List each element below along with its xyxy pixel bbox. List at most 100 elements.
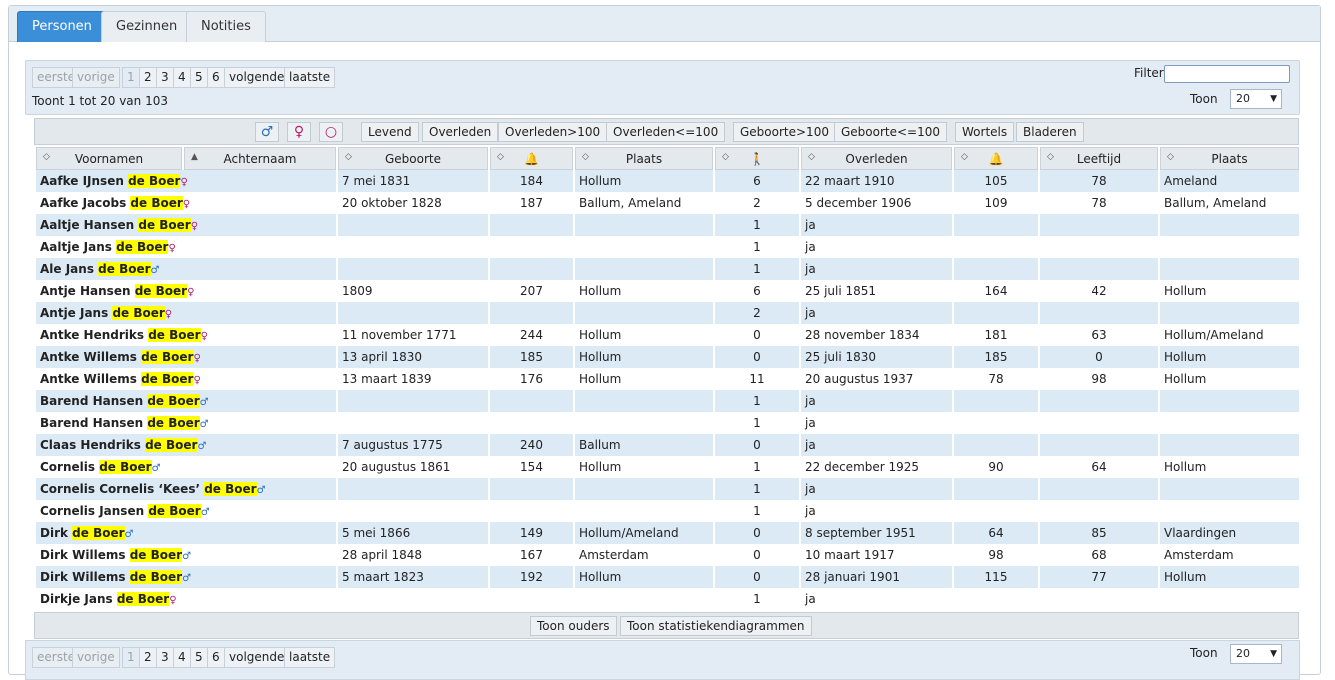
person-name-link[interactable]: Aaltje Jans de Boer [40, 240, 169, 254]
page-size-select[interactable]: 20 ▼ [1230, 89, 1282, 109]
filter-wortels-button[interactable]: Wortels [955, 122, 1015, 142]
person-name-link[interactable]: Cornelis Cornelis ‘Kees’ de Boer [40, 482, 257, 496]
prev-page-button[interactable]: vorige [72, 67, 120, 88]
person-name-link[interactable]: Cornelis de Boer [40, 460, 152, 474]
person-name-cell[interactable]: Aafke Jacobs de Boer♀ [36, 192, 336, 214]
person-name-cell[interactable]: Dirk Willems de Boer♂ [36, 544, 336, 566]
person-name-link[interactable]: Aafke IJnsen de Boer [40, 174, 181, 188]
person-name-cell[interactable]: Aafke IJnsen de Boer♀ [36, 170, 336, 192]
person-name-cell[interactable]: Cornelis de Boer♂ [36, 456, 336, 478]
person-name-cell[interactable]: Dirk Willems de Boer♂ [36, 566, 336, 588]
table-row[interactable]: Aaltje Hansen de Boer♀ 1 ja [36, 214, 1299, 236]
page-2-button[interactable]: 2 [139, 67, 157, 88]
page-2-button[interactable]: 2 [139, 647, 157, 668]
table-row[interactable]: Dirkje Jans de Boer♀ 1 ja [36, 588, 1299, 610]
table-row[interactable]: Antke Hendriks de Boer♀ 11 november 1771 2… [36, 324, 1299, 346]
table-row[interactable]: Aafke IJnsen de Boer♀ 7 mei 1831 184 Hollum… [36, 170, 1299, 192]
table-row[interactable]: Antje Jans de Boer♀ 2 ja [36, 302, 1299, 324]
person-name-cell[interactable]: Barend Hansen de Boer♂ [36, 390, 336, 412]
female-filter-button[interactable]: ♀ [287, 122, 311, 142]
last-page-button[interactable]: laatste [284, 647, 336, 668]
person-name-cell[interactable]: Antje Hansen de Boer♀ [36, 280, 336, 302]
page-1-button[interactable]: 1 [122, 67, 140, 88]
page-1-button[interactable]: 1 [122, 647, 140, 668]
page-6-button[interactable]: 6 [207, 647, 225, 668]
col-leeftijd-header[interactable]: ◇ Leeftijd [1040, 147, 1158, 170]
page-6-button[interactable]: 6 [207, 67, 225, 88]
filter-overleden-gt100-button[interactable]: Overleden>100 [498, 122, 608, 142]
person-name-link[interactable]: Claas Hendriks de Boer [40, 438, 198, 452]
page-4-button[interactable]: 4 [173, 67, 191, 88]
person-name-cell[interactable]: Dirkje Jans de Boer♀ [36, 588, 336, 610]
table-row[interactable]: Antke Willems de Boer♀ 13 april 1830 185 Ho… [36, 346, 1299, 368]
col-children-header[interactable]: ◇ 🚶 [715, 147, 799, 170]
filter-input[interactable] [1164, 65, 1290, 83]
page-size-select[interactable]: 20 ▼ [1230, 644, 1282, 664]
last-page-button[interactable]: laatste [284, 67, 336, 88]
filter-geboorte-gt100-button[interactable]: Geboorte>100 [733, 122, 836, 142]
table-row[interactable]: Dirk Willems de Boer♂ 28 april 1848 167 Ams… [36, 544, 1299, 566]
tab-personen[interactable]: Personen [17, 11, 107, 42]
person-name-link[interactable]: Antje Hansen de Boer [40, 284, 188, 298]
col-birth-anniversary-header[interactable]: ◇ 🔔 [490, 147, 573, 170]
table-row[interactable]: Antke Willems de Boer♀ 13 maart 1839 176 Ho… [36, 368, 1299, 390]
person-name-link[interactable]: Aafke Jacobs de Boer [40, 196, 183, 210]
table-row[interactable]: Cornelis Cornelis ‘Kees’ de Boer♂ 1 ja [36, 478, 1299, 500]
person-name-cell[interactable]: Barend Hansen de Boer♂ [36, 412, 336, 434]
person-name-link[interactable]: Dirk de Boer [40, 526, 125, 540]
person-name-cell[interactable]: Claas Hendriks de Boer♂ [36, 434, 336, 456]
male-filter-button[interactable]: ♂ [255, 122, 279, 142]
table-row[interactable]: Barend Hansen de Boer♂ 1 ja [36, 412, 1299, 434]
col-death-plaats-header[interactable]: ◇ Plaats [1160, 147, 1299, 170]
person-name-link[interactable]: Barend Hansen de Boer [40, 394, 200, 408]
person-name-link[interactable]: Antke Hendriks de Boer [40, 328, 201, 342]
prev-page-button[interactable]: vorige [72, 647, 120, 668]
col-geboorte-header[interactable]: ◇ Geboorte [338, 147, 488, 170]
person-name-cell[interactable]: Ale Jans de Boer♂ [36, 258, 336, 280]
table-row[interactable]: Dirk de Boer♂ 5 mei 1866 149 Hollum/Ameland… [36, 522, 1299, 544]
table-row[interactable]: Cornelis de Boer♂ 20 augustus 1861 154 Holl… [36, 456, 1299, 478]
person-name-link[interactable]: Antke Willems de Boer [40, 372, 194, 386]
person-name-cell[interactable]: Antke Willems de Boer♀ [36, 368, 336, 390]
table-row[interactable]: Aaltje Jans de Boer♀ 1 ja [36, 236, 1299, 258]
table-row[interactable]: Antje Hansen de Boer♀ 1809 207 Hollum 6 25 ju… [36, 280, 1299, 302]
page-5-button[interactable]: 5 [190, 67, 208, 88]
person-name-link[interactable]: Aaltje Hansen de Boer [40, 218, 191, 232]
col-achternaam-header[interactable]: ▲ Achternaam [184, 147, 336, 170]
col-voornamen-header[interactable]: ◇ Voornamen [36, 147, 182, 170]
unknown-sex-filter-button[interactable]: ○ [319, 122, 343, 142]
filter-levend-button[interactable]: Levend [361, 122, 419, 142]
page-3-button[interactable]: 3 [156, 67, 174, 88]
person-name-link[interactable]: Antke Willems de Boer [40, 350, 194, 364]
table-row[interactable]: Aafke Jacobs de Boer♀ 20 oktober 1828 187 B… [36, 192, 1299, 214]
show-parents-button[interactable]: Toon ouders [530, 616, 617, 636]
person-name-link[interactable]: Dirk Willems de Boer [40, 570, 183, 584]
col-death-anniversary-header[interactable]: ◇ 🔔 [954, 147, 1038, 170]
show-statistics-button[interactable]: Toon statistiekendiagrammen [620, 616, 812, 636]
next-page-button[interactable]: volgende [224, 647, 290, 668]
page-5-button[interactable]: 5 [190, 647, 208, 668]
page-4-button[interactable]: 4 [173, 647, 191, 668]
person-name-cell[interactable]: Dirk de Boer♂ [36, 522, 336, 544]
filter-overleden-le100-button[interactable]: Overleden<=100 [606, 122, 726, 142]
filter-overleden-button[interactable]: Overleden [422, 122, 499, 142]
person-name-link[interactable]: Dirkje Jans de Boer [40, 592, 170, 606]
person-name-link[interactable]: Dirk Willems de Boer [40, 548, 183, 562]
col-overleden-header[interactable]: ◇ Overleden [801, 147, 952, 170]
table-row[interactable]: Claas Hendriks de Boer♂ 7 augustus 1775 24… [36, 434, 1299, 456]
person-name-link[interactable]: Barend Hansen de Boer [40, 416, 200, 430]
tab-gezinnen[interactable]: Gezinnen [101, 11, 193, 42]
person-name-link[interactable]: Antje Jans de Boer [40, 306, 165, 320]
person-name-cell[interactable]: Antke Willems de Boer♀ [36, 346, 336, 368]
table-row[interactable]: Dirk Willems de Boer♂ 5 maart 1823 192 Holl… [36, 566, 1299, 588]
person-name-cell[interactable]: Aaltje Jans de Boer♀ [36, 236, 336, 258]
next-page-button[interactable]: volgende [224, 67, 290, 88]
person-name-cell[interactable]: Cornelis Jansen de Boer♂ [36, 500, 336, 522]
table-row[interactable]: Barend Hansen de Boer♂ 1 ja [36, 390, 1299, 412]
tab-notities[interactable]: Notities [186, 11, 266, 42]
person-name-cell[interactable]: Antke Hendriks de Boer♀ [36, 324, 336, 346]
person-name-cell[interactable]: Antje Jans de Boer♀ [36, 302, 336, 324]
filter-geboorte-le100-button[interactable]: Geboorte<=100 [834, 122, 948, 142]
person-name-link[interactable]: Cornelis Jansen de Boer [40, 504, 201, 518]
table-row[interactable]: Cornelis Jansen de Boer♂ 1 ja [36, 500, 1299, 522]
